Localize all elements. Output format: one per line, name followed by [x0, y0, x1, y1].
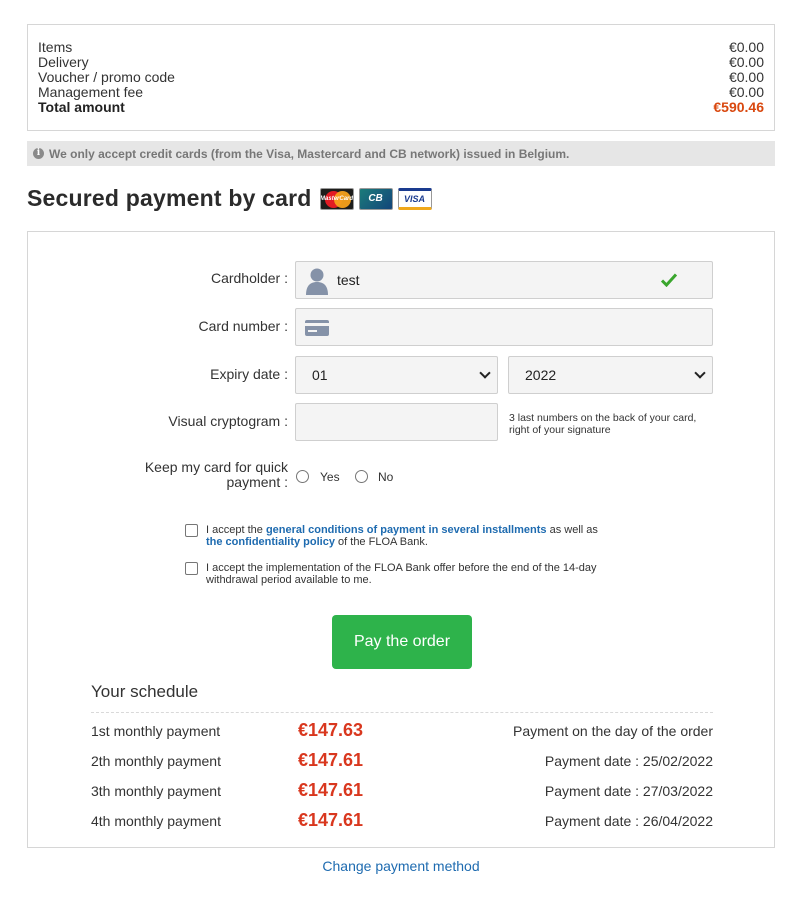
payment-amount: €147.61 — [298, 780, 364, 800]
keep-card-yes-radio[interactable] — [296, 470, 309, 483]
info-icon: i — [33, 148, 44, 159]
schedule-row: 1st monthly payment €147.63 Payment on t… — [91, 720, 713, 741]
change-payment-method-link[interactable]: Change payment method — [0, 858, 802, 874]
summary-value: €0.00 — [728, 39, 764, 55]
schedule-row: 2th monthly payment €147.61 Payment date… — [91, 750, 713, 771]
summary-label: Delivery — [38, 54, 89, 70]
payment-amount: €147.61 — [298, 810, 364, 830]
payment-date: Payment date : 26/04/2022 — [544, 813, 713, 829]
schedule-row: 3th monthly payment €147.61 Payment date… — [91, 780, 713, 801]
summary-row-items: Items €0.00 — [38, 40, 764, 55]
accept-offer-text: I accept the implementation of the FLOA … — [206, 562, 597, 586]
payment-amount: €147.63 — [298, 720, 364, 740]
summary-value: €0.00 — [728, 54, 764, 70]
card-notice: i We only accept credit cards (from the … — [27, 141, 775, 166]
payment-date: Payment date : 27/03/2022 — [544, 783, 713, 799]
summary-row-delivery: Delivery €0.00 — [38, 55, 764, 70]
cryptogram-hint: 3 last numbers on the back of your card,… — [509, 412, 697, 436]
cb-logo: CB — [358, 187, 393, 210]
expiry-label: Expiry date : — [210, 366, 288, 382]
payment-name: 3th monthly payment — [91, 783, 221, 799]
summary-row-fee: Management fee €0.00 — [38, 85, 764, 100]
cardholder-value: test — [337, 272, 360, 288]
expiry-year-select[interactable]: 2022 — [508, 356, 713, 394]
visa-logo: VISA — [397, 187, 432, 210]
payment-date: Payment date : 25/02/2022 — [544, 753, 713, 769]
payment-form-panel: Cardholder : test Card number : Expiry d… — [27, 231, 775, 848]
schedule-title: Your schedule — [91, 682, 199, 701]
accept-conditions-checkbox[interactable] — [185, 524, 198, 537]
general-conditions-link[interactable]: general conditions of payment in several… — [266, 524, 547, 536]
card-number-input[interactable] — [295, 308, 713, 346]
accept-offer-checkbox[interactable] — [185, 562, 198, 575]
payment-name: 2th monthly payment — [91, 753, 221, 769]
schedule-row: 4th monthly payment €147.61 Payment date… — [91, 810, 713, 831]
payment-name: 1st monthly payment — [91, 723, 221, 739]
expiry-year-value: 2022 — [525, 367, 557, 383]
notice-text: We only accept credit cards (from the Vi… — [49, 146, 570, 161]
pay-order-button[interactable]: Pay the order — [332, 615, 472, 669]
checkmark-icon — [661, 273, 677, 287]
accept-conditions-text: I accept the general conditions of payme… — [206, 524, 598, 548]
summary-label: Voucher / promo code — [38, 69, 175, 85]
expiry-month-value: 01 — [312, 367, 328, 383]
keep-card-no-label[interactable]: No — [378, 470, 393, 484]
payment-date: Payment on the day of the order — [512, 723, 713, 739]
summary-value: €0.00 — [728, 84, 764, 100]
payment-amount: €147.61 — [298, 750, 364, 770]
cryptogram-label: Visual cryptogram : — [168, 413, 288, 429]
keep-card-yes-label[interactable]: Yes — [320, 470, 340, 484]
order-summary: Items €0.00 Delivery €0.00 Voucher / promo… — [27, 24, 775, 131]
cardholder-label: Cardholder : — [210, 270, 288, 286]
mastercard-logo: MasterCard — [319, 187, 354, 210]
summary-row-total: Total amount €590.46 — [38, 100, 764, 115]
total-value: €590.46 — [713, 99, 764, 115]
summary-value: €0.00 — [728, 69, 764, 85]
chevron-down-icon — [479, 367, 491, 379]
keep-card-label: Keep my card for quick payment : — [144, 459, 288, 490]
total-label: Total amount — [38, 99, 125, 115]
schedule-divider — [91, 712, 713, 713]
expiry-month-select[interactable]: 01 — [295, 356, 498, 394]
cryptogram-input[interactable] — [295, 403, 498, 441]
summary-row-voucher: Voucher / promo code €0.00 — [38, 70, 764, 85]
keep-card-no-radio[interactable] — [355, 470, 368, 483]
chevron-down-icon — [694, 367, 706, 379]
confidentiality-policy-link[interactable]: the confidentiality policy — [206, 536, 335, 548]
cardholder-input[interactable]: test — [295, 261, 713, 299]
payment-name: 4th monthly payment — [91, 813, 221, 829]
summary-label: Management fee — [38, 84, 144, 100]
page-title: Secured payment by card — [27, 185, 312, 211]
summary-label: Items — [38, 39, 73, 55]
card-number-label: Card number : — [198, 318, 288, 334]
user-icon — [306, 268, 328, 295]
payment-heading: Secured payment by card MasterCard CB VI… — [27, 185, 437, 212]
credit-card-icon — [305, 320, 329, 336]
